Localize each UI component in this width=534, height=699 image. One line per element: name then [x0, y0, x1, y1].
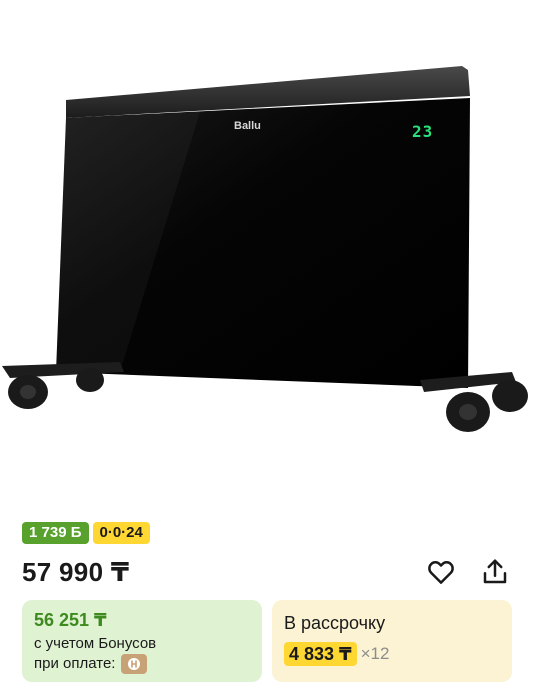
payment-label: при оплате:: [34, 655, 116, 672]
brand-logo: Ballu: [234, 120, 261, 132]
wallet-icon: [121, 654, 148, 674]
product-image[interactable]: Ballu 23: [0, 0, 534, 510]
bonus-price-card[interactable]: 56 251 ₸ с учетом Бонусов при оплате:: [22, 600, 262, 682]
share-icon[interactable]: [480, 557, 510, 587]
bonus-points-badge: 1 739 Б: [22, 522, 89, 544]
installment-badge: 0·0·24: [92, 522, 150, 544]
temperature-display: 23: [412, 122, 434, 141]
installment-card[interactable]: В рассрочку 4 833 ₸ ×12: [272, 600, 512, 682]
bonus-note: с учетом Бонусов: [34, 635, 157, 652]
installment-multiplier: ×12: [360, 644, 390, 663]
payment-method-row: при оплате:: [34, 654, 250, 674]
promo-badges: 1 739 Б 0·0·24: [22, 522, 150, 544]
installment-row: 4 833 ₸ ×12: [284, 642, 500, 666]
product-price: 57 990 ₸: [22, 557, 130, 587]
heater-illustration: [2, 66, 528, 432]
installment-title: В рассрочку: [284, 613, 386, 633]
installment-amount: 4 833 ₸: [284, 642, 357, 666]
heart-icon[interactable]: [426, 557, 456, 587]
bonus-price: 56 251 ₸: [34, 610, 107, 630]
